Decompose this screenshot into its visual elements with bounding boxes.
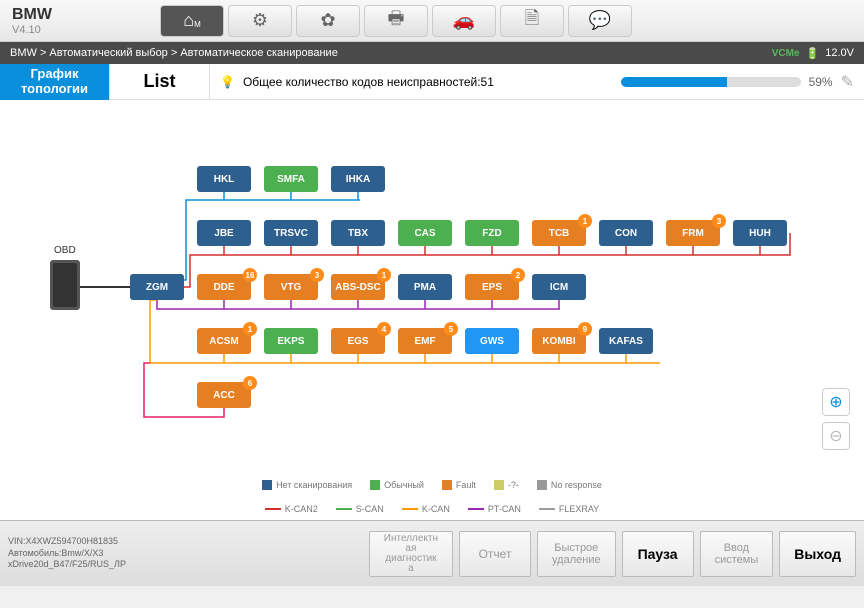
app-name: BMW [12, 6, 150, 24]
bulb-icon: 💡 [220, 75, 235, 89]
ecu-node-abs-dsc[interactable]: ABS-DSC1 [331, 274, 385, 300]
system-input-button[interactable]: Ввод системы [700, 531, 774, 577]
ecu-node-jbe[interactable]: JBE [197, 220, 251, 246]
bus-wires [0, 100, 864, 520]
topology-canvas[interactable]: OBD ZGM HKL SMFA IHKA JBE TRSVC TBX CAS FZD TCB1 C… [0, 100, 864, 520]
ecu-node-emf[interactable]: EMF5 [398, 328, 452, 354]
ecu-node-vtg[interactable]: VTG3 [264, 274, 318, 300]
battery-voltage: 12.0V [825, 47, 854, 59]
fault-badge: 16 [243, 268, 257, 282]
zoom-in-button[interactable]: ⊕ [822, 388, 850, 416]
fault-badge: 1 [578, 214, 592, 228]
fault-badge: 6 [243, 376, 257, 390]
vehicle-model: Автомобиль:Bmw/X/X3 [8, 548, 248, 560]
ecu-node-tcb[interactable]: TCB1 [532, 220, 586, 246]
ecu-node-cas[interactable]: CAS [398, 220, 452, 246]
tabs-bar: График топологии List 💡 Общее количество… [0, 64, 864, 100]
doc-button[interactable]: 🗎 [500, 5, 564, 37]
ecu-node-dde[interactable]: DDE16 [197, 274, 251, 300]
ecu-node-fzd[interactable]: FZD [465, 220, 519, 246]
ecu-node-kafas[interactable]: KAFAS [599, 328, 653, 354]
fault-badge: 1 [243, 322, 257, 336]
edit-icon[interactable]: ✎ [841, 72, 854, 92]
fault-badge: 3 [712, 214, 726, 228]
breadcrumb: BMW > Автоматический выбор > Автоматичес… [10, 47, 338, 59]
zoom-out-button[interactable]: ⊖ [822, 422, 850, 450]
fault-count-text: Общее количество кодов неисправностей:51 [243, 75, 494, 89]
legend-bus: PT-CAN [468, 504, 521, 514]
ecu-node-acsm[interactable]: ACSM1 [197, 328, 251, 354]
ecu-node-smfa[interactable]: SMFA [264, 166, 318, 192]
toolbar-buttons: ⌂M ⚙ ✿ 🖶 🚗 🗎 💬 [160, 5, 632, 37]
vin: VIN:X4XWZ594700H81835 [8, 536, 248, 548]
legend: Нет сканирования Обычный Fault -?- No respon… [0, 480, 864, 514]
engine-button[interactable]: ⚙ [228, 5, 292, 37]
legend-status: Обычный [370, 480, 424, 490]
ecu-node-ihka[interactable]: IHKA [331, 166, 385, 192]
bottom-bar: VIN:X4XWZ594700H81835 Автомобиль:Bmw/X/X… [0, 520, 864, 586]
tab-list[interactable]: List [110, 64, 210, 100]
vehicle-variant: xDrive20d_B47/F25/RUS_ЛР [8, 559, 248, 571]
ecu-node-egs[interactable]: EGS4 [331, 328, 385, 354]
settings-button[interactable]: ✿ [296, 5, 360, 37]
legend-bus: FLEXRAY [539, 504, 599, 514]
progress-percent: 59% [809, 75, 833, 89]
progress-bar [621, 77, 801, 87]
zoom-controls: ⊕ ⊖ [822, 388, 850, 450]
fault-badge: 2 [511, 268, 525, 282]
vcm-status: VCMe [772, 48, 800, 59]
legend-bus: K-CAN2 [265, 504, 318, 514]
vehicle-button[interactable]: 🚗 [432, 5, 496, 37]
ecu-node-frm[interactable]: FRM3 [666, 220, 720, 246]
ecu-node-gws[interactable]: GWS [465, 328, 519, 354]
home-button[interactable]: ⌂M [160, 5, 224, 37]
chat-button[interactable]: 💬 [568, 5, 632, 37]
tab-topology[interactable]: График топологии [0, 64, 110, 100]
fault-badge: 1 [377, 268, 391, 282]
ecu-node-con[interactable]: CON [599, 220, 653, 246]
exit-button[interactable]: Выход [779, 531, 856, 577]
fault-badge: 4 [377, 322, 391, 336]
legend-bus: K-CAN [402, 504, 450, 514]
top-toolbar: BMW V4.10 ⌂M ⚙ ✿ 🖶 🚗 🗎 💬 [0, 0, 864, 42]
ecu-node-huh[interactable]: HUH [733, 220, 787, 246]
ecu-node-acc[interactable]: ACC6 [197, 382, 251, 408]
fault-badge: 3 [310, 268, 324, 282]
vehicle-info: VIN:X4XWZ594700H81835 Автомобиль:Bmw/X/X… [8, 536, 248, 571]
legend-status: No response [537, 480, 602, 490]
pause-button[interactable]: Пауза [622, 531, 694, 577]
ecu-node-icm[interactable]: ICM [532, 274, 586, 300]
obd-label: OBD [54, 245, 76, 256]
ecu-node-trsvc[interactable]: TRSVC [264, 220, 318, 246]
fault-badge: 5 [444, 322, 458, 336]
app-title: BMW V4.10 [0, 6, 150, 36]
ecu-node-ekps[interactable]: EKPS [264, 328, 318, 354]
intel-diag-button[interactable]: Интеллектн ая диагностик а [369, 531, 453, 577]
ecu-node-pma[interactable]: PMA [398, 274, 452, 300]
ecu-node-zgm[interactable]: ZGM [130, 274, 184, 300]
status-area: 💡 Общее количество кодов неисправностей:… [210, 72, 864, 92]
ecu-node-kombi[interactable]: KOMBI9 [532, 328, 586, 354]
fault-badge: 9 [578, 322, 592, 336]
action-buttons: Интеллектн ая диагностик а Отчет Быстрое… [369, 531, 856, 577]
ecu-node-eps[interactable]: EPS2 [465, 274, 519, 300]
legend-status: -?- [494, 480, 519, 490]
print-button[interactable]: 🖶 [364, 5, 428, 37]
legend-status: Fault [442, 480, 476, 490]
legend-bus: S-CAN [336, 504, 384, 514]
ecu-node-hkl[interactable]: HKL [197, 166, 251, 192]
breadcrumb-bar: BMW > Автоматический выбор > Автоматичес… [0, 42, 864, 64]
legend-status: Нет сканирования [262, 480, 352, 490]
obd-connector-icon [50, 260, 80, 310]
battery-icon: 🔋 [806, 47, 820, 60]
ecu-node-tbx[interactable]: TBX [331, 220, 385, 246]
app-version: V4.10 [12, 24, 150, 36]
quick-clear-button[interactable]: Быстрое удаление [537, 531, 616, 577]
report-button[interactable]: Отчет [459, 531, 531, 577]
